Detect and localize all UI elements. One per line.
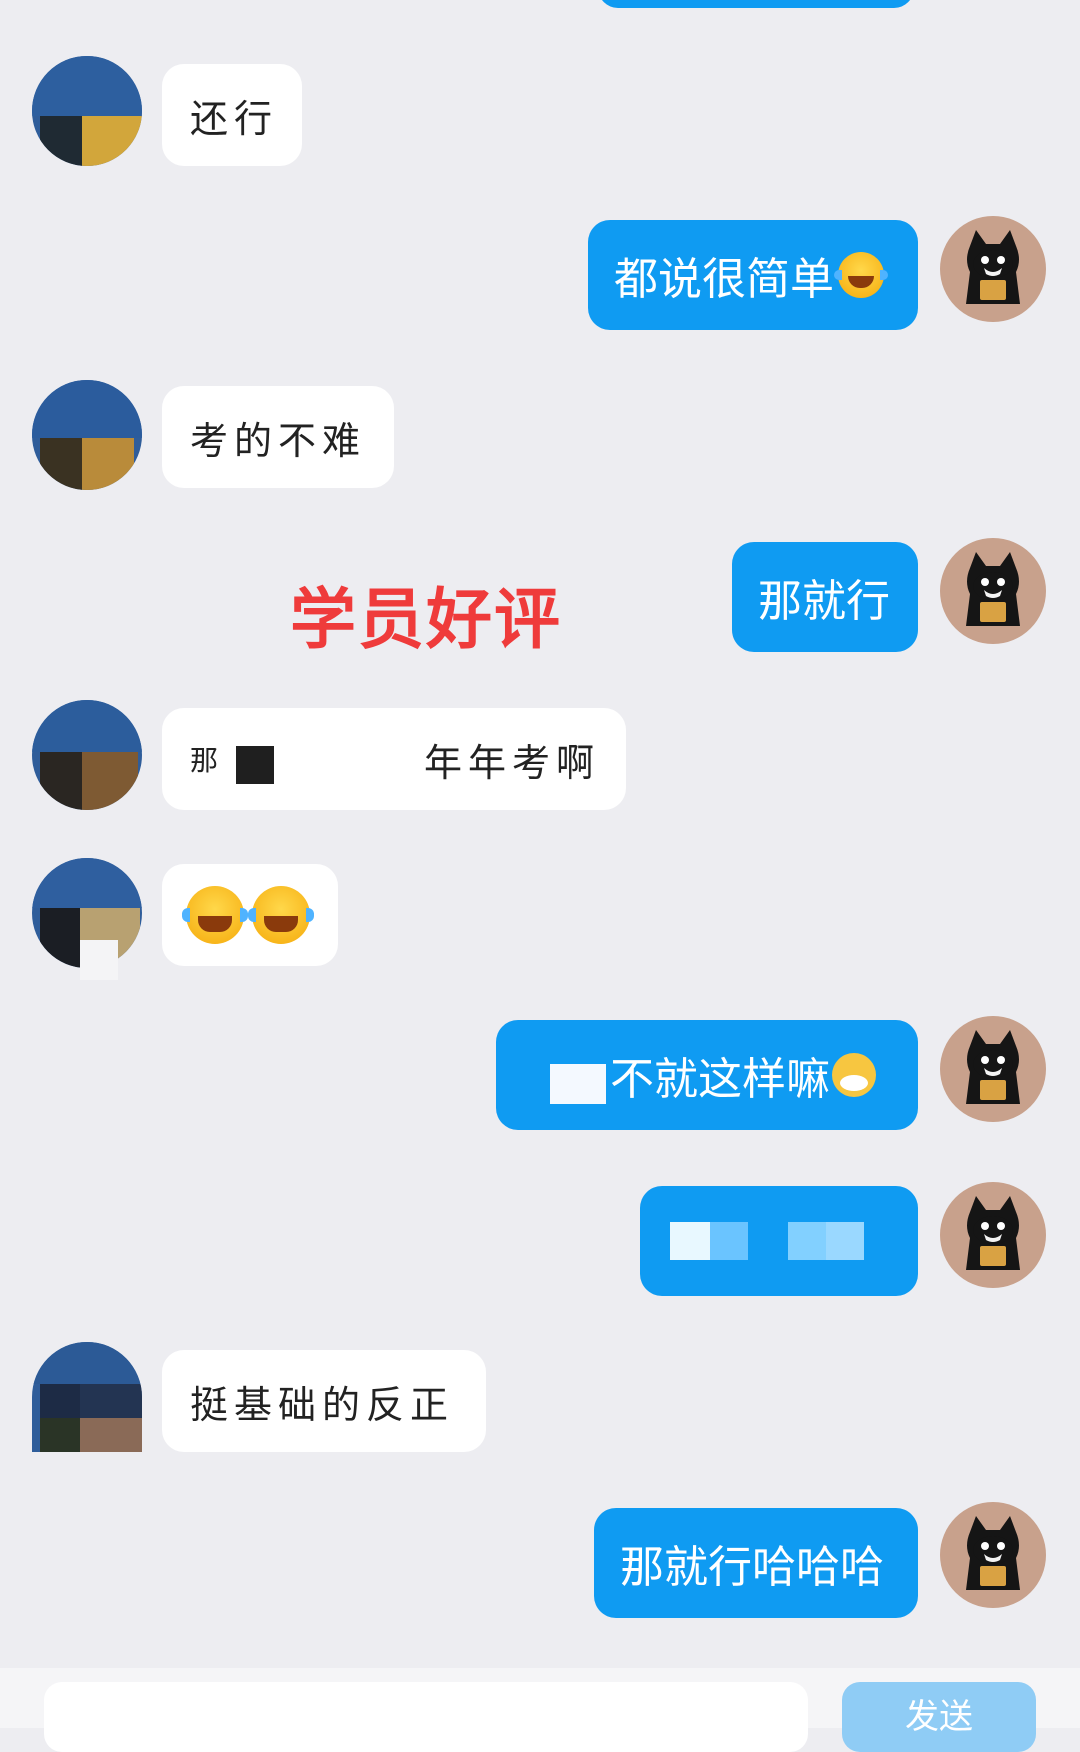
message-bubble-outgoing[interactable]: 那就行哈哈哈 <box>594 1508 918 1618</box>
my-avatar[interactable] <box>940 216 1046 322</box>
message-bubble-outgoing[interactable] <box>640 1186 918 1296</box>
review-caption: 学员好评 <box>290 581 562 658</box>
message-bubble-outgoing[interactable]: 不就这样嘛 <box>496 1020 918 1130</box>
message-bubble-incoming[interactable]: 考的不难 <box>162 386 394 488</box>
my-avatar[interactable] <box>940 538 1046 644</box>
pixelated-area <box>788 1222 826 1260</box>
pixelated-area <box>710 1222 748 1260</box>
input-bar: 发送 <box>0 1668 1080 1752</box>
message-bubble-incoming[interactable]: 还行 <box>162 64 302 166</box>
contact-avatar[interactable] <box>32 380 142 490</box>
message-text: 挺基础的反正 <box>190 1382 455 1427</box>
cat-face-emoji <box>832 1053 876 1097</box>
my-avatar[interactable] <box>940 1502 1046 1608</box>
contact-avatar[interactable] <box>32 56 142 166</box>
message-input[interactable] <box>44 1682 808 1752</box>
message-bubble-outgoing[interactable]: 都说很简单 <box>588 220 918 330</box>
black-cat-icon <box>966 230 1020 304</box>
message-bubble-incoming[interactable]: 那 年年考啊 <box>162 708 626 810</box>
black-cat-icon <box>966 1030 1020 1104</box>
contact-avatar[interactable] <box>32 1342 142 1452</box>
redacted-block <box>550 1064 606 1104</box>
send-button[interactable]: 发送 <box>842 1682 1036 1752</box>
pixelated-area <box>670 1222 710 1260</box>
black-cat-icon <box>966 1196 1020 1270</box>
message-bubble-incoming[interactable]: 挺基础的反正 <box>162 1350 486 1452</box>
message-text: 那就行 <box>758 576 890 627</box>
message-text: 不就这样嘛 <box>610 1054 830 1105</box>
tears-of-joy-emoji <box>182 886 248 944</box>
clipped-message-bubble <box>598 0 914 8</box>
message-text: 都说很简单 <box>614 254 834 305</box>
message-bubble-incoming[interactable] <box>162 864 338 966</box>
message-text: 考的不难 <box>190 418 367 463</box>
pixelated-area <box>80 940 118 980</box>
redacted-block <box>236 746 274 784</box>
tears-of-joy-emoji <box>248 886 314 944</box>
contact-avatar[interactable] <box>32 700 142 810</box>
my-avatar[interactable] <box>940 1182 1046 1288</box>
message-text-start: 那 <box>190 744 225 777</box>
tears-of-joy-emoji <box>834 252 888 298</box>
message-text: 还行 <box>190 96 279 141</box>
pixelated-area <box>826 1222 864 1260</box>
black-cat-icon <box>966 552 1020 626</box>
send-button-label: 发送 <box>905 1697 973 1737</box>
my-avatar[interactable] <box>940 1016 1046 1122</box>
message-bubble-outgoing[interactable]: 那就行 <box>732 542 918 652</box>
message-text: 那就行哈哈哈 <box>620 1542 884 1593</box>
message-text-end: 年年考啊 <box>424 741 601 785</box>
black-cat-icon <box>966 1516 1020 1590</box>
